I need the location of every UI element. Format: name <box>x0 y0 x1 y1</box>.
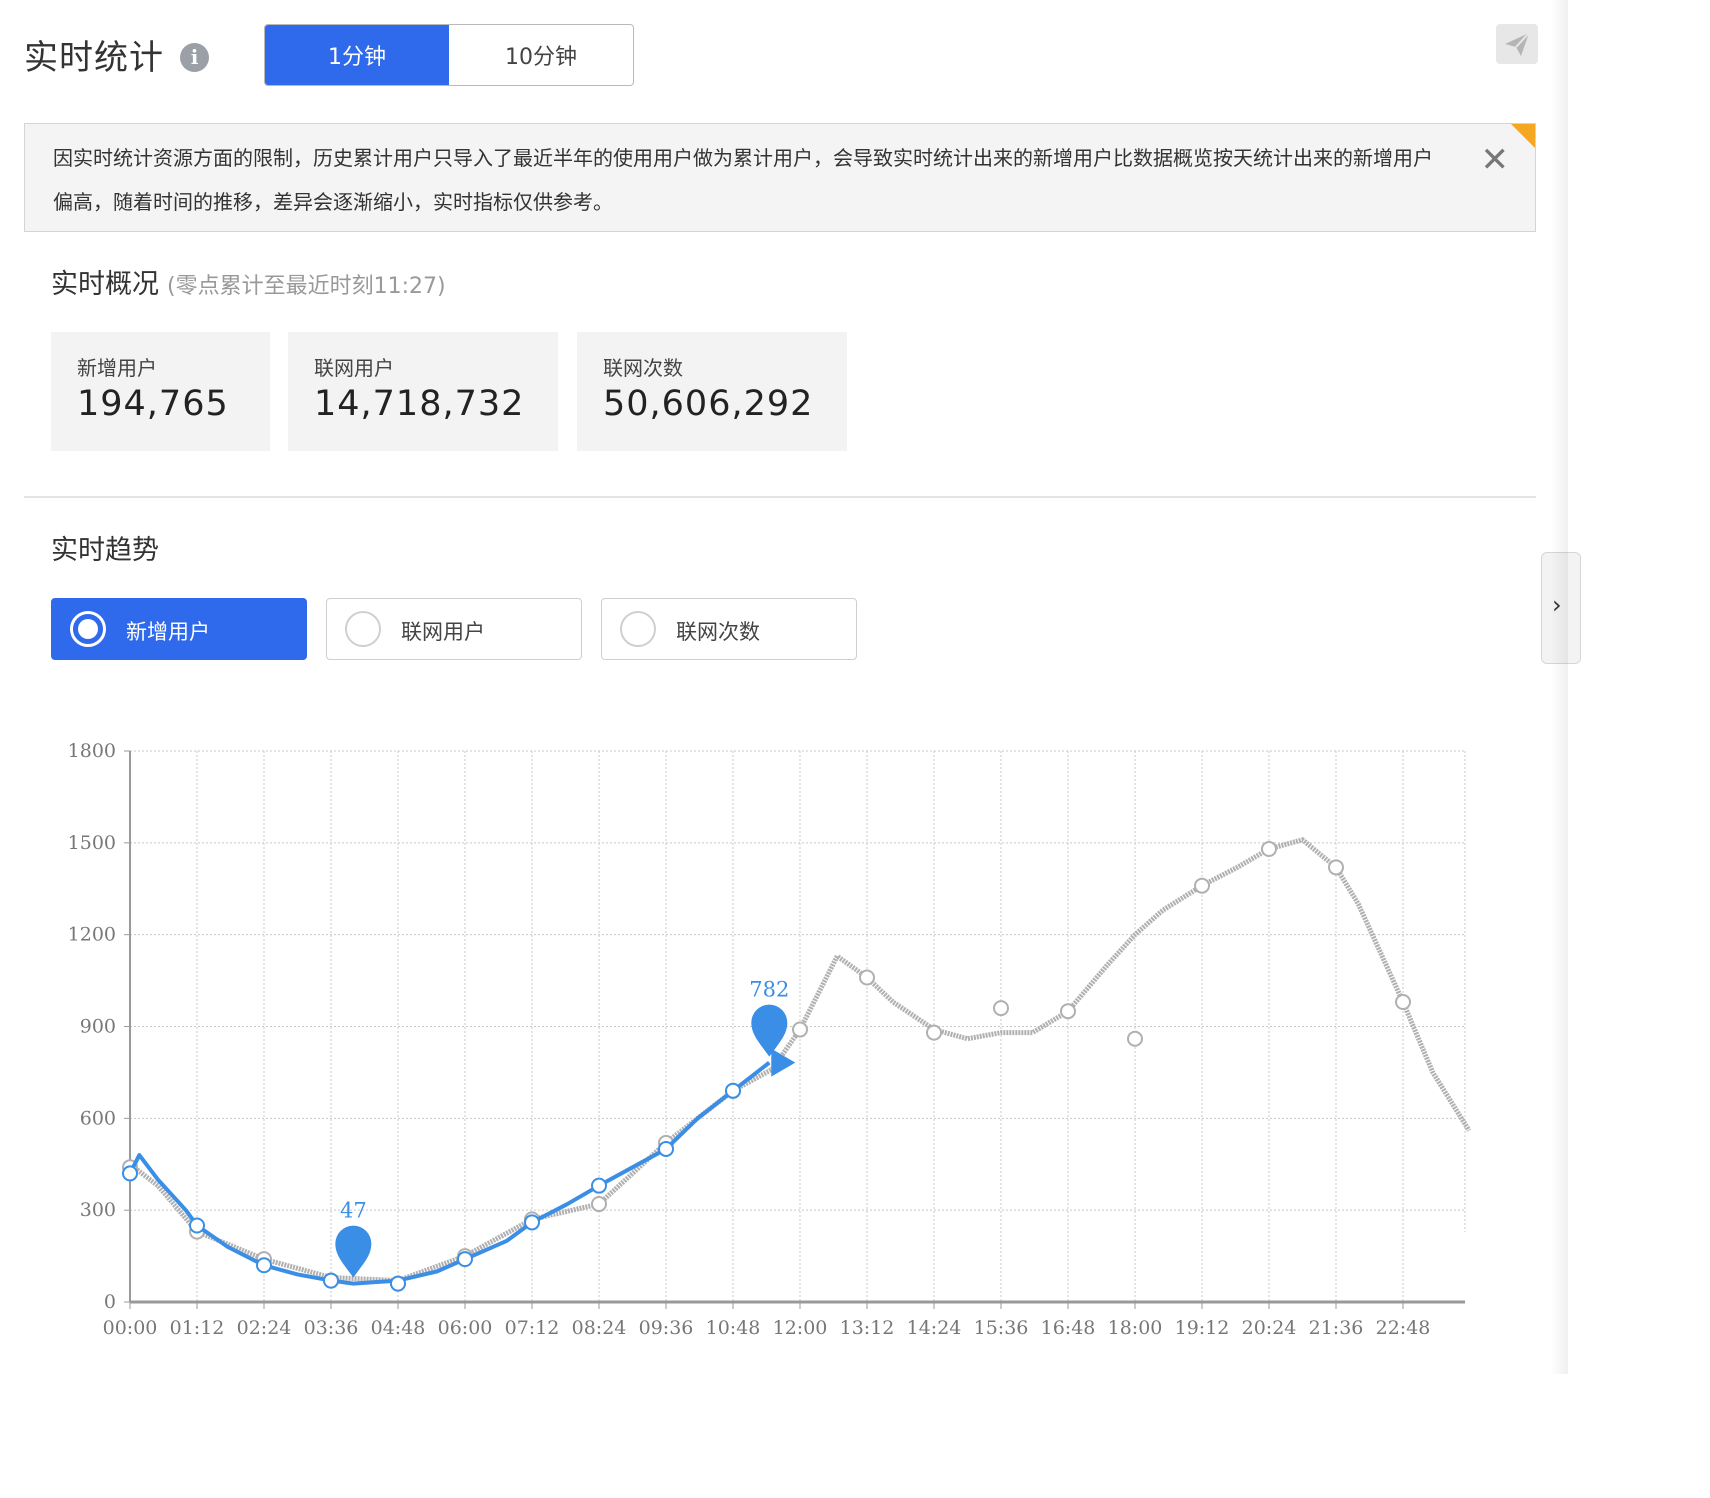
stat-card-value: 50,606,292 <box>603 384 814 424</box>
series-point-compare <box>1328 859 1344 876</box>
x-tick-label: 15:36 <box>974 1317 1029 1339</box>
notice-text: 因实时统计资源方面的限制，历史累计用户只导入了最近半年的使用用户做为累计用户，会… <box>53 146 1433 214</box>
notice-banner: 因实时统计资源方面的限制，历史累计用户只导入了最近半年的使用用户做为累计用户，会… <box>24 123 1536 232</box>
x-tick-label: 13:12 <box>840 1317 895 1339</box>
stat-card-label: 联网用户 <box>314 356 394 380</box>
series-point-today <box>725 1082 741 1099</box>
page-title: 实时统计 <box>24 38 164 78</box>
x-tick-label: 01:12 <box>170 1317 225 1339</box>
x-tick-label: 14:24 <box>907 1317 962 1339</box>
trend-title: 实时趋势 <box>51 535 159 566</box>
series-point-today <box>256 1257 272 1274</box>
x-tick-label: 10:48 <box>706 1317 761 1339</box>
series-point-compare <box>1060 1003 1076 1020</box>
series-point-today <box>658 1140 674 1157</box>
x-tick-label: 09:36 <box>639 1317 694 1339</box>
x-tick-label: 06:00 <box>438 1317 493 1339</box>
section-divider <box>24 496 1536 498</box>
metric-radio-label: 联网用户 <box>401 620 485 644</box>
series-point-today <box>524 1214 540 1231</box>
series-point-compare <box>591 1196 607 1213</box>
close-icon[interactable]: ✕ <box>1481 140 1510 180</box>
trend-line-chart: 0 300 600 900 1200 1500 1800 00:00 01:12 02:24 03:… <box>68 740 1472 1339</box>
tab-10-minutes[interactable]: 10分钟 <box>449 25 633 85</box>
x-tick-label: 02:24 <box>237 1317 292 1339</box>
x-tick-label: 21:36 <box>1309 1317 1364 1339</box>
radio-unselected-icon <box>345 611 381 647</box>
x-tick-label: 00:00 <box>103 1317 158 1339</box>
y-tick-label: 1500 <box>68 832 116 854</box>
series-point-compare <box>993 1000 1009 1017</box>
annotation-pin <box>751 1004 788 1057</box>
annotation-label: 47 <box>340 1199 367 1223</box>
overview-title: 实时概况 (零点累计至最近时刻11:27) <box>51 262 446 301</box>
x-tick-label: 20:24 <box>1242 1317 1297 1339</box>
series-end-arrow <box>771 1048 796 1077</box>
y-tick-label: 900 <box>80 1016 116 1038</box>
x-tick-label: 16:48 <box>1041 1317 1096 1339</box>
metric-radio-connections[interactable]: 联网次数 <box>601 598 857 660</box>
y-tick-label: 600 <box>80 1107 116 1129</box>
stat-card-value: 194,765 <box>77 384 229 424</box>
series-point-today <box>457 1251 473 1268</box>
overview-title-text: 实时概况 <box>51 269 159 300</box>
x-tick-label: 07:12 <box>505 1317 560 1339</box>
y-tick-label: 300 <box>80 1199 116 1221</box>
series-point-compare <box>1127 1030 1143 1047</box>
series-point-today <box>390 1275 406 1292</box>
stat-card-connections: 联网次数 50,606,292 <box>577 332 847 451</box>
series-point-today <box>189 1217 205 1234</box>
x-tick-label: 18:00 <box>1108 1317 1163 1339</box>
stat-card-new-users: 新增用户 194,765 <box>51 332 270 451</box>
metric-radio-label: 联网次数 <box>676 620 760 644</box>
x-tick-label: 19:12 <box>1175 1317 1230 1339</box>
series-point-compare <box>792 1021 808 1038</box>
stat-card-online-users: 联网用户 14,718,732 <box>288 332 558 451</box>
x-tick-label: 08:24 <box>572 1317 627 1339</box>
stat-card-value: 14,718,732 <box>314 384 525 424</box>
series-point-today <box>323 1272 339 1289</box>
annotation-pin <box>335 1225 372 1278</box>
send-icon <box>1505 32 1530 56</box>
x-tick-label: 04:48 <box>371 1317 426 1339</box>
metric-radio-new-users[interactable]: 新增用户 <box>51 598 307 660</box>
x-tick-label: 12:00 <box>773 1317 828 1339</box>
tab-1-minute[interactable]: 1分钟 <box>265 25 449 85</box>
series-point-compare <box>1261 840 1277 857</box>
interval-tabs: 1分钟 10分钟 <box>264 24 634 86</box>
metric-radio-label: 新增用户 <box>126 620 210 644</box>
series-point-today <box>591 1177 607 1194</box>
radio-selected-icon <box>70 611 106 647</box>
y-tick-label: 1800 <box>68 740 116 762</box>
x-tick-label: 22:48 <box>1376 1317 1431 1339</box>
series-point-compare <box>926 1024 942 1041</box>
x-tick-label: 03:36 <box>304 1317 359 1339</box>
stat-card-label: 新增用户 <box>77 356 157 380</box>
notice-corner-flag <box>1510 124 1535 149</box>
y-tick-label: 1200 <box>68 924 116 946</box>
metric-radio-online-users[interactable]: 联网用户 <box>326 598 582 660</box>
series-point-compare <box>1194 877 1210 894</box>
page-edge-shadow <box>1550 0 1568 1374</box>
info-icon[interactable]: i <box>180 43 209 72</box>
stat-card-label: 联网次数 <box>603 356 683 380</box>
annotation-label: 782 <box>749 978 789 1002</box>
series-point-compare <box>1395 994 1411 1011</box>
radio-unselected-icon <box>620 611 656 647</box>
series-line-today <box>128 1061 771 1286</box>
series-point-compare <box>859 969 875 986</box>
overview-subtitle: (零点累计至最近时刻11:27) <box>167 274 446 299</box>
y-tick-label: 0 <box>104 1291 116 1313</box>
series-point-today <box>122 1165 138 1182</box>
send-button[interactable] <box>1496 24 1538 64</box>
